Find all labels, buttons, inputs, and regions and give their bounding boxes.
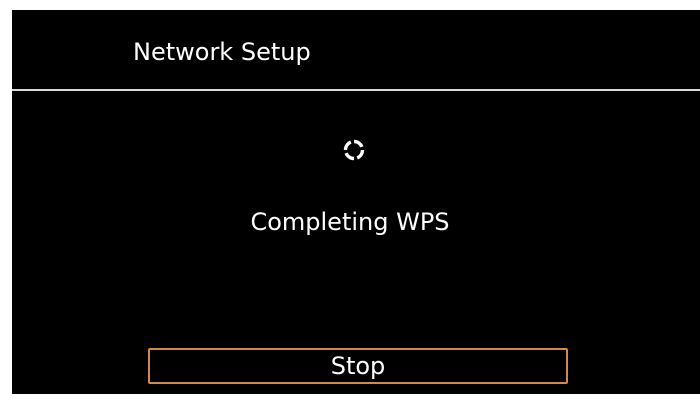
- header: Network Setup: [12, 10, 700, 90]
- status-message: Completing WPS: [250, 208, 450, 236]
- header-divider: [12, 89, 700, 91]
- stop-button-label: Stop: [330, 352, 386, 380]
- page-title: Network Setup: [133, 38, 311, 66]
- stop-button[interactable]: Stop: [148, 348, 568, 384]
- camera-menu-screen: Network Setup Completing WPS Stop: [12, 10, 700, 394]
- loading-spinner-icon: [343, 139, 365, 161]
